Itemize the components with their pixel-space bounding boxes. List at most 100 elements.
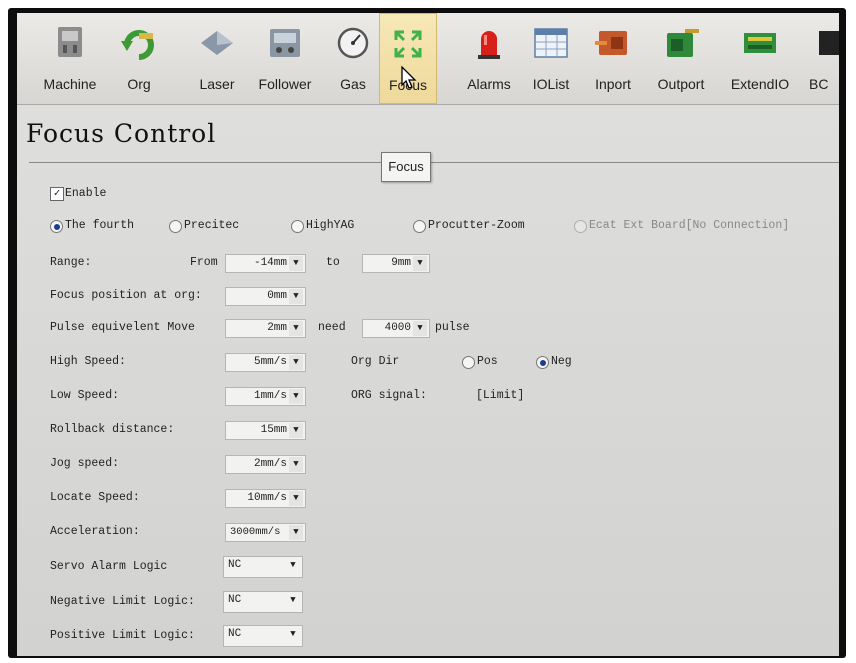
chevron-down-icon[interactable]: ▼ [289,525,303,540]
range-to-value: 9mm [391,257,411,269]
chevron-down-icon[interactable]: ▼ [289,256,303,271]
rollback-select[interactable]: 15mm ▼ [225,421,306,440]
range-to-select[interactable]: 9mm ▼ [362,254,430,273]
range-from-value: -14mm [253,257,287,269]
laser-icon [201,31,233,55]
low-speed-label: Low Speed: [50,389,120,402]
servo-alarm-value: NC [228,559,242,571]
toolbar-label: IOList [532,76,570,92]
positive-limit-value: NC [228,628,242,640]
toolbar-focus-button[interactable]: Focus [379,13,437,104]
radio-org-dir-pos[interactable] [462,356,475,369]
page-title: Focus Control [26,119,217,148]
pulse-move-select[interactable]: 2mm ▼ [225,319,306,338]
mouse-cursor-icon [401,66,417,89]
machine-icon [58,27,82,57]
gas-gauge-icon [337,27,369,59]
jog-speed-value: 2mm/s [253,458,287,470]
title-divider [29,162,839,163]
chevron-down-icon[interactable]: ▼ [289,389,303,404]
radio-ecat-ext-board[interactable] [574,220,587,233]
rollback-value: 15mm [260,424,287,436]
pulse-move-value: 2mm [267,322,287,334]
focus-control-panel: Focus Control Focus ✓ Enable The fourth … [17,105,839,656]
range-label: Range: [50,256,92,269]
radio-highyag-label: HighYAG [306,219,355,232]
enable-checkbox[interactable]: ✓ [50,187,64,201]
toolbar-inport-button[interactable]: Inport [585,13,641,104]
chevron-down-icon[interactable]: ▼ [413,256,427,271]
radio-org-dir-neg-label: Neg [551,355,572,368]
chevron-down-icon[interactable]: ▼ [289,355,303,370]
chevron-down-icon[interactable]: ▼ [286,627,300,642]
chevron-down-icon[interactable]: ▼ [413,321,427,336]
focus-tooltip: Focus [381,152,431,182]
radio-procutter-zoom[interactable] [413,220,426,233]
chevron-down-icon[interactable]: ▼ [289,457,303,472]
radio-org-dir-pos-label: Pos [477,355,498,368]
toolbar-gas-button[interactable]: Gas [331,13,375,104]
toolbar-laser-button[interactable]: Laser [191,13,243,104]
high-speed-select[interactable]: 5mm/s ▼ [225,353,306,372]
org-signal-label: ORG signal: [351,389,427,402]
toolbar-outport-button[interactable]: Outport [647,13,715,104]
inport-icon [595,31,627,55]
chevron-down-icon[interactable]: ▼ [289,289,303,304]
focus-position-select[interactable]: 0mm ▼ [225,287,306,306]
negative-limit-select[interactable]: NC ▼ [223,591,303,613]
chevron-down-icon[interactable]: ▼ [289,423,303,438]
follower-icon [270,29,300,57]
toolbar-label: Org [127,76,151,92]
negative-limit-label: Negative Limit Logic: [50,595,195,608]
acceleration-value: 3000mm/s [230,526,281,538]
low-speed-select[interactable]: 1mm/s ▼ [225,387,306,406]
chevron-down-icon[interactable]: ▼ [286,558,300,573]
positive-limit-label: Positive Limit Logic: [50,629,195,642]
toolbar-alarms-button[interactable]: Alarms [459,13,519,104]
toolbar-extendio-button[interactable]: ExtendIO [721,13,799,104]
high-speed-label: High Speed: [50,355,126,368]
chevron-down-icon[interactable]: ▼ [289,321,303,336]
org-signal-value: [Limit] [476,389,525,402]
org-icon [121,30,154,60]
locate-speed-select[interactable]: 10mm/s ▼ [225,489,306,508]
chevron-down-icon[interactable]: ▼ [289,491,303,506]
positive-limit-select[interactable]: NC ▼ [223,625,303,647]
iolist-icon [534,28,568,58]
toolbar-label: Inport [595,76,631,92]
acceleration-select[interactable]: 3000mm/s ▼ [225,523,306,542]
toolbar-label: Alarms [467,76,511,92]
alarm-icon [478,31,500,59]
focus-position-label: Focus position at org: [50,289,202,302]
toolbar-iolist-button[interactable]: IOList [523,13,579,104]
jog-speed-label: Jog speed: [50,457,120,470]
main-toolbar: Machine Org Laser Follower Gas Focus Ala… [17,13,839,105]
org-dir-label: Org Dir [351,355,400,368]
toolbar-follower-button[interactable]: Follower [251,13,319,104]
toolbar-machine-button[interactable]: Machine [31,13,109,104]
radio-org-dir-neg[interactable] [536,356,549,369]
locate-speed-label: Locate Speed: [50,491,140,504]
pulse-need-select[interactable]: 4000 ▼ [362,319,430,338]
enable-label: Enable [65,187,107,200]
high-speed-value: 5mm/s [253,356,287,368]
radio-ecat-ext-board-label: Ecat Ext Board[No Connection] [589,219,790,232]
toolbar-label: Follower [258,76,312,92]
toolbar-org-button[interactable]: Org [113,13,165,104]
bc-icon [819,31,839,55]
rollback-label: Rollback distance: [50,423,175,436]
radio-precitec[interactable] [169,220,182,233]
chevron-down-icon[interactable]: ▼ [286,593,300,608]
toolbar-bc-button[interactable]: BC [803,13,839,104]
toolbar-label: Gas [340,76,366,92]
negative-limit-value: NC [228,594,242,606]
servo-alarm-select[interactable]: NC ▼ [223,556,303,578]
locate-speed-value: 10mm/s [247,492,287,504]
radio-the-fourth-label: The fourth [65,219,135,232]
range-from-select[interactable]: -14mm ▼ [225,254,306,273]
acceleration-label: Acceleration: [50,525,140,538]
radio-highyag[interactable] [291,220,304,233]
focus-icon [394,30,422,58]
radio-the-fourth[interactable] [50,220,63,233]
jog-speed-select[interactable]: 2mm/s ▼ [225,455,306,474]
